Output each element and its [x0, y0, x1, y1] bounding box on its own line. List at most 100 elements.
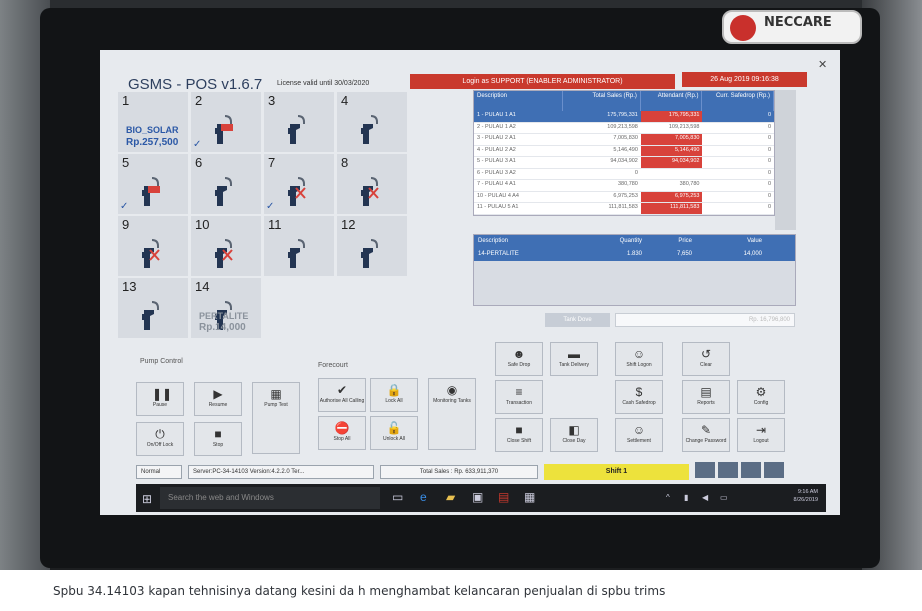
- table-row[interactable]: 10 - PULAU 4 A4 6,975,253 6,975,253 0: [474, 191, 774, 203]
- table-cell: 5,146,490: [613, 146, 638, 153]
- tray-icon[interactable]: [764, 462, 784, 478]
- notification-icon[interactable]: ▭: [720, 493, 728, 502]
- button-label: Authorise All Calling: [319, 398, 365, 404]
- table-row[interactable]: 7 - PULAU 4 A1 380,780 380,780 0: [474, 180, 774, 192]
- table-row[interactable]: 2 - PULAU 1 A2 109,213,598 109,213,598 0: [474, 123, 774, 134]
- stop-button[interactable]: ■ Stop: [194, 422, 242, 456]
- pump-11[interactable]: 11: [264, 216, 334, 276]
- cash-safedrop-button[interactable]: $ Cash Safedrop: [615, 380, 663, 414]
- task-view-icon[interactable]: ▭: [392, 490, 403, 504]
- volume-icon[interactable]: ◀: [702, 493, 708, 502]
- nozzle-icon: [142, 177, 160, 206]
- button-label: Settlement: [627, 438, 651, 444]
- close-day-button[interactable]: ◧ Close Day: [550, 418, 598, 452]
- pump-8[interactable]: 8: [337, 154, 407, 214]
- table-cell: 380,780: [617, 181, 638, 187]
- shift-table[interactable]: Description Total Sales (Rp.) Attendant …: [473, 90, 775, 216]
- button-label: Change Password: [685, 438, 727, 444]
- clear-button[interactable]: ↺ Clear: [682, 342, 730, 376]
- brand-name: NECCARE: [764, 15, 832, 30]
- shift-table-scrollbar[interactable]: [775, 90, 796, 230]
- app-icon[interactable]: ▦: [524, 490, 535, 504]
- nozzle-icon: [288, 115, 305, 144]
- stop-all-button[interactable]: ⛔ Stop All: [318, 416, 366, 450]
- fuel-price: Rp.14,000: [199, 322, 246, 333]
- fuel-price: Rp.257,500: [126, 137, 179, 148]
- table-cell: 6,975,253: [613, 192, 638, 199]
- transaction-button[interactable]: ≡ Transaction: [495, 380, 543, 414]
- pump-9[interactable]: 9: [118, 216, 188, 276]
- windows-start-icon[interactable]: ⊞: [142, 492, 152, 506]
- table-cell: 7 - PULAU 4 A1: [477, 181, 516, 187]
- nozzle-icon: [142, 301, 159, 330]
- logout-button[interactable]: ⇥ Logout: [737, 418, 785, 452]
- table-cell: 0: [634, 169, 638, 176]
- unlock-all-icon: 🔓: [386, 421, 402, 435]
- pump-5[interactable]: 5 ✓: [118, 154, 188, 214]
- shift-logon-button[interactable]: ☺ Shift Logon: [615, 342, 663, 376]
- table-cell: [641, 169, 703, 180]
- store-icon[interactable]: ▣: [472, 490, 483, 504]
- table-row[interactable]: 3 - PULAU 2 A1 7,005,830 7,005,830 0: [474, 134, 774, 146]
- brand-logo-icon: [730, 15, 756, 41]
- pump-2[interactable]: 2 ✓: [191, 92, 261, 152]
- table-cell: 4 - PULAU 2 A2: [477, 146, 516, 153]
- pump-6[interactable]: 6: [191, 154, 261, 214]
- transaction-table[interactable]: Description Quantity Price Value 14-PERT…: [473, 234, 796, 306]
- close-icon[interactable]: ✕: [818, 58, 827, 71]
- on-off-lock-button[interactable]: ⏻ On/Off Lock: [136, 422, 184, 456]
- pump-number: 10: [195, 217, 210, 232]
- pump-14[interactable]: 14 PERTALITE Rp.14,000: [191, 278, 261, 338]
- table-row[interactable]: 11 - PULAU 5 A1 111,811,583 111,811,583 0: [474, 203, 774, 215]
- edge-browser-icon[interactable]: e: [420, 490, 427, 504]
- table-row[interactable]: 4 - PULAU 2 A2 5,146,490 5,146,490 0: [474, 145, 774, 157]
- safe-drop-button[interactable]: ☻ Safe Drop: [495, 342, 543, 376]
- table-row[interactable]: 1 - PULAU 1 A1 175,795,331 175,795,331 0: [474, 111, 774, 123]
- change-password-button[interactable]: ✎ Change Password: [682, 418, 730, 452]
- tray-chevron-icon[interactable]: ^: [666, 493, 670, 502]
- tank-value-field[interactable]: Rp. 16,796,800: [615, 313, 795, 327]
- file-explorer-icon[interactable]: ▰: [446, 490, 455, 504]
- pause-button[interactable]: ❚❚ Pause: [136, 382, 184, 416]
- resume-icon: ▶: [213, 387, 223, 401]
- pump-4[interactable]: 4: [337, 92, 407, 152]
- license-text: License valid until 30/03/2020: [277, 80, 370, 87]
- pump-number: 14: [195, 279, 210, 294]
- config-button[interactable]: ⚙ Config: [737, 380, 785, 414]
- settlement-button[interactable]: ☺ Settlement: [615, 418, 663, 452]
- pump-3[interactable]: 3: [264, 92, 334, 152]
- button-label: Stop: [212, 442, 224, 448]
- pump-1[interactable]: 1 BIO_SOLAR Rp.257,500: [118, 92, 188, 152]
- tray-icon[interactable]: [695, 462, 715, 478]
- close-shift-button[interactable]: ■ Close Shift: [495, 418, 543, 452]
- pump-number: 4: [341, 93, 349, 108]
- table-row[interactable]: 6 - PULAU 3 A2 0 0: [474, 169, 774, 180]
- tray-icon[interactable]: [718, 462, 738, 478]
- taskbar-search[interactable]: Search the web and Windows: [160, 487, 380, 509]
- tank-button[interactable]: Tank Dove: [545, 313, 610, 327]
- stop-all-icon: ⛔: [334, 421, 350, 435]
- monitoring-tanks-button[interactable]: ◉ Monitoring Tanks: [428, 378, 476, 450]
- table-cell: 5 - PULAU 3 A1: [477, 158, 516, 164]
- tray-icon[interactable]: [741, 462, 761, 478]
- pump-10[interactable]: 10: [191, 216, 261, 276]
- table-cell: 7,005,830: [613, 135, 638, 141]
- table-cell: 111,811,583: [640, 203, 703, 214]
- tank-delivery-button[interactable]: ▬ Tank Delivery: [550, 342, 598, 376]
- network-icon[interactable]: ▮: [684, 493, 688, 502]
- pump-12[interactable]: 12: [337, 216, 407, 276]
- pump-13[interactable]: 13: [118, 278, 188, 338]
- table-row[interactable]: 14-PERTALITE 1.830 7,650 14,000: [474, 249, 795, 261]
- pos-app-icon[interactable]: ▤: [498, 490, 509, 504]
- table-row[interactable]: 5 - PULAU 3 A1 94,034,902 94,034,902 0: [474, 157, 774, 169]
- button-label: Clear: [700, 362, 712, 368]
- authorise-all-calling-button[interactable]: ✔ Authorise All Calling: [318, 378, 366, 412]
- taskbar-clock[interactable]: 9:16 AM 8/26/2019: [794, 488, 818, 504]
- resume-button[interactable]: ▶ Resume: [194, 382, 242, 416]
- reports-button[interactable]: ▤ Reports: [682, 380, 730, 414]
- lock-all-button[interactable]: 🔒 Lock All: [370, 378, 418, 412]
- pump-test-button[interactable]: ▦ Pump Test: [252, 382, 300, 454]
- pump-number: 5: [122, 155, 130, 170]
- pump-7[interactable]: 7 ✓: [264, 154, 334, 214]
- unlock-all-button[interactable]: 🔓 Unlock All: [370, 416, 418, 450]
